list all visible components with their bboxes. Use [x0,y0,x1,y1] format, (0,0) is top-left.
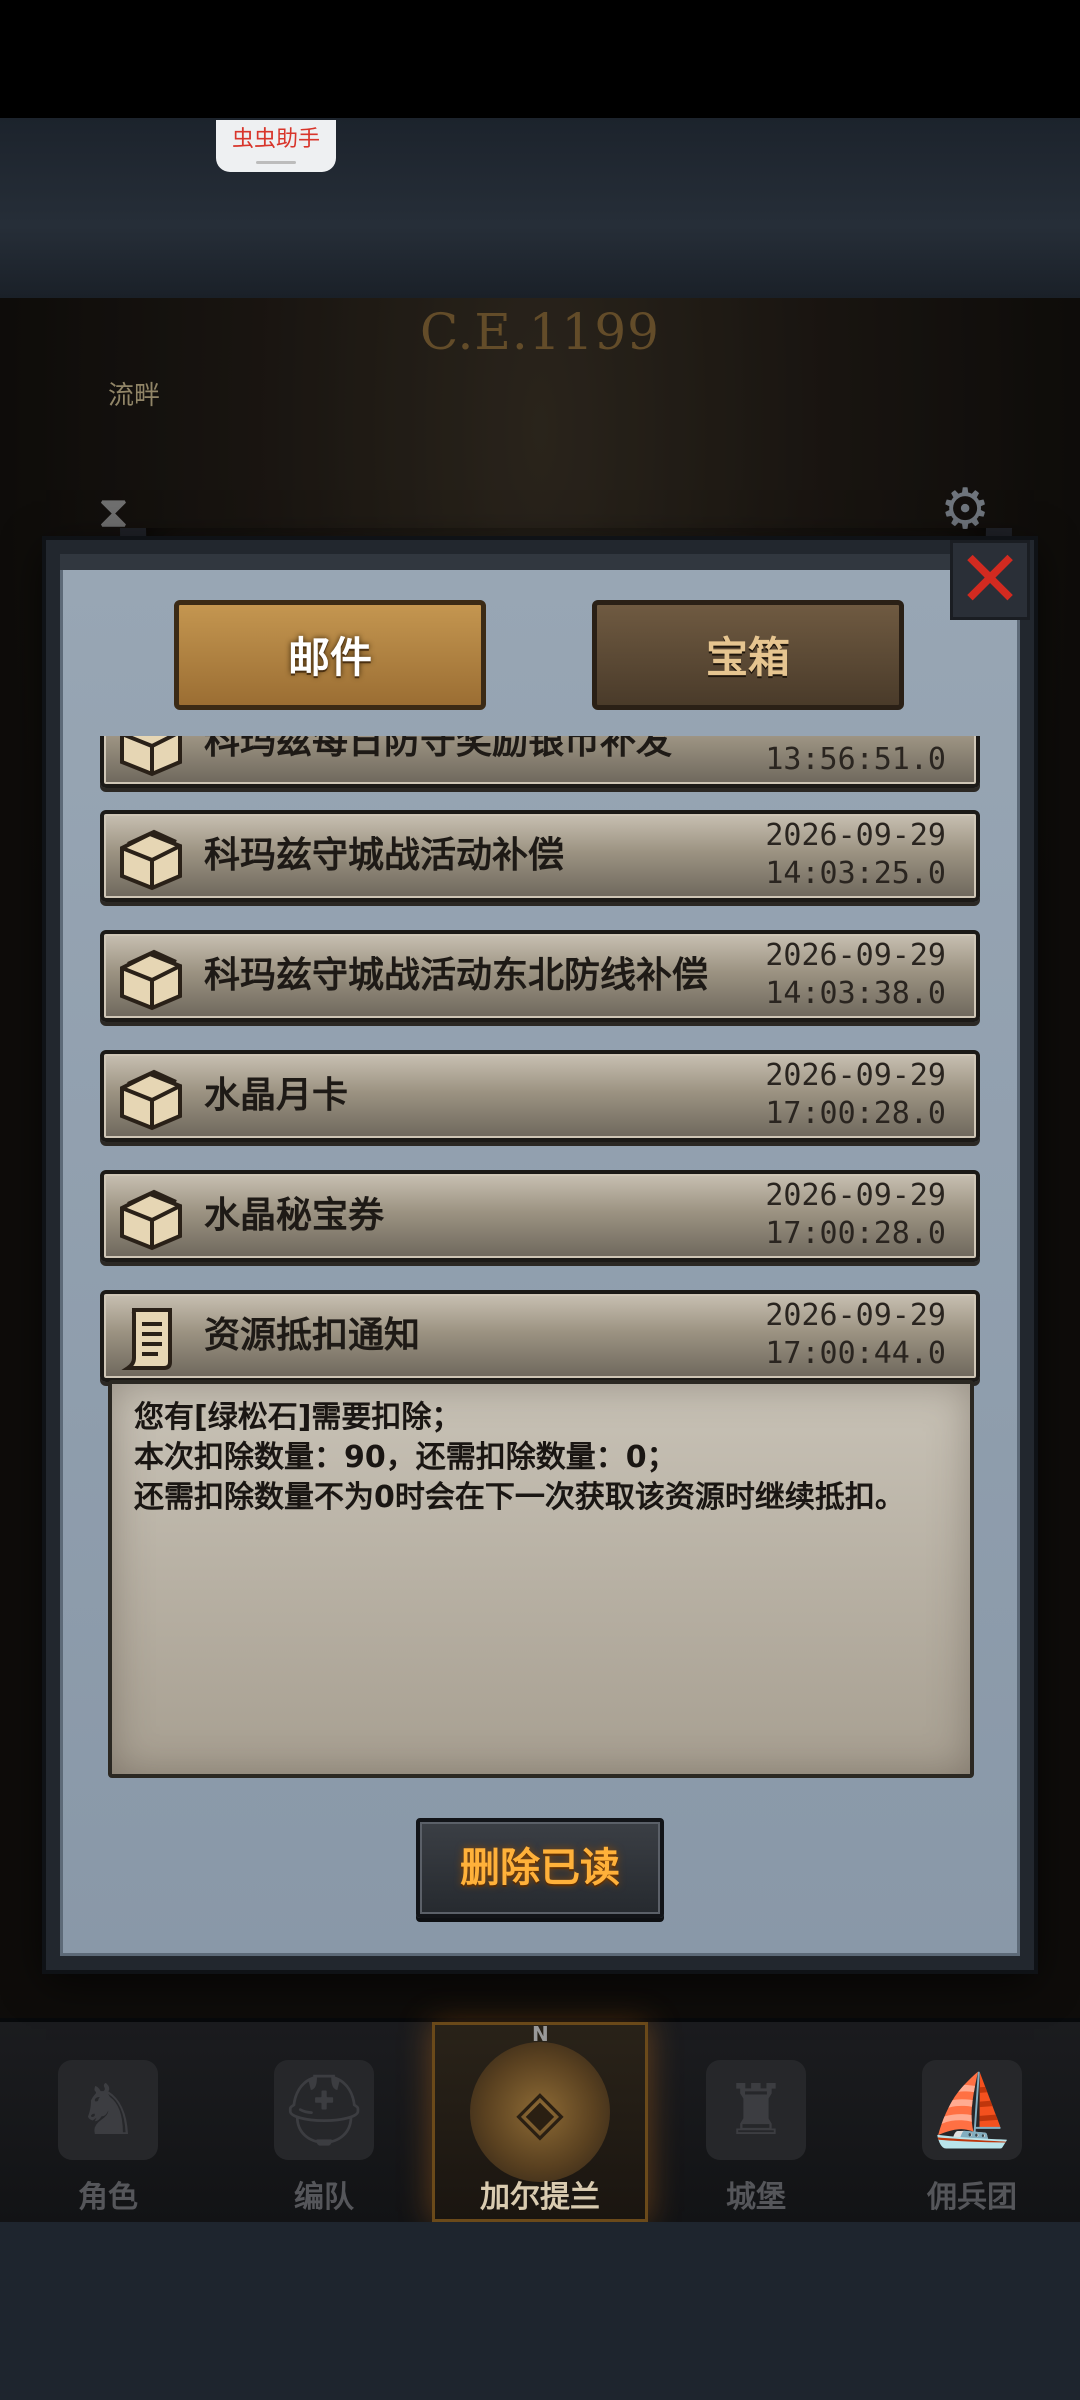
close-button[interactable]: ✕ [950,540,1030,620]
mail-row[interactable]: 科玛兹守城战活动东北防线补偿 2026-09-29 14:03:38.0 [100,930,980,1022]
chest-icon [120,829,182,891]
ship-icon: ⛵ [922,2060,1022,2160]
nav-label: 角色 [78,2180,138,2215]
mail-date: 2026-09-29 [765,818,946,853]
chest-icon [120,1189,182,1251]
gesture-area [0,2222,1080,2400]
bottom-nav: ♞ 角色 ⛑ 编队 N ◈ 加尔提兰 ♜ 城堡 ⛵ 佣兵团 [0,2022,1080,2222]
nav-item-character[interactable]: ♞ 角色 [0,2022,216,2222]
chest-icon [120,949,182,1011]
chest-icon [120,1069,182,1131]
nav-item-mercenary[interactable]: ⛵ 佣兵团 [864,2022,1080,2222]
mail-date: 2026-09-29 [765,1058,946,1093]
mail-date: 2026-09-29 [765,1298,946,1333]
mail-date: 2026-09-29 [765,938,946,973]
nav-label: 佣兵团 [927,2180,1017,2215]
knight-icon: ♞ [58,2060,158,2160]
mail-time: 17:00:44.0 [765,1336,946,1371]
tab-chest[interactable]: 宝箱 [592,600,904,710]
scroll-icon [121,1308,172,1370]
top-band [0,118,1080,298]
mail-title: 水晶秘宝券 [204,1195,385,1236]
mail-date: 2026-09-29 [765,1178,946,1213]
nav-item-formation[interactable]: ⛑ 编队 [216,2022,432,2222]
tab-mail[interactable]: 邮件 [174,600,486,710]
nav-label: 城堡 [726,2180,786,2215]
delete-read-button[interactable]: 删除已读 [416,1818,664,1918]
message-line: 本次扣除数量：90，还需扣除数量：0； [134,1440,677,1475]
nav-label: 编队 [294,2180,354,2215]
compass-map-icon: ◈ [470,2042,610,2182]
mail-time: 17:00:28.0 [765,1216,946,1251]
mail-time: 14:03:25.0 [765,856,946,891]
mail-row-selected[interactable]: 资源抵扣通知 2026-09-29 17:00:44.0 [100,1290,980,1382]
mail-time: 14:03:38.0 [765,976,946,1011]
mail-title: 科玛兹守城战活动东北防线补偿 [204,955,709,996]
mail-row[interactable]: 科玛兹每日防守奖励银币补发 13:56:51.0 [100,736,980,788]
mail-time: 17:00:28.0 [765,1096,946,1131]
nav-item-galtilan[interactable]: N ◈ 加尔提兰 [432,2022,648,2222]
mail-time: 13:56:51.0 [765,742,946,777]
nav-label: 加尔提兰 [480,2180,600,2215]
message-body: 您有[绿松石]需要扣除； 本次扣除数量：90，还需扣除数量：0； 还需扣除数量不… [108,1380,974,1778]
castle-icon: ♜ [706,2060,806,2160]
close-icon: ✕ [957,535,1023,625]
mail-title: 科玛兹守城战活动补偿 [204,835,565,876]
mail-title: 科玛兹每日防守奖励银币补发 [204,736,673,762]
message-line: 您有[绿松石]需要扣除； [134,1400,462,1435]
mail-row[interactable]: 科玛兹守城战活动补偿 2026-09-29 14:03:25.0 [100,810,980,902]
mail-title: 资源抵扣通知 [204,1315,421,1356]
assistant-tag[interactable]: 虫虫助手 [216,120,336,172]
mail-row[interactable]: 水晶月卡 2026-09-29 17:00:28.0 [100,1050,980,1142]
chest-icon [120,736,182,777]
status-bar [0,0,1080,118]
nav-item-castle[interactable]: ♜ 城堡 [648,2022,864,2222]
mail-title: 水晶月卡 [204,1075,349,1116]
message-line: 还需扣除数量不为0时会在下一次获取该资源时继续抵扣。 [134,1480,905,1515]
mail-row[interactable]: 水晶秘宝券 2026-09-29 17:00:28.0 [100,1170,980,1262]
helmet-icon: ⛑ [274,2060,374,2160]
